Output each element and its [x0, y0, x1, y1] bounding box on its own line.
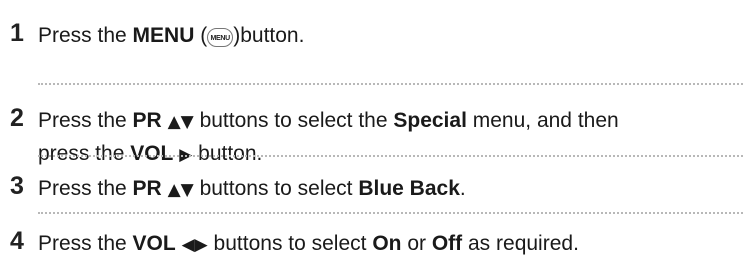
- step-number: 3: [10, 172, 24, 200]
- on-label: On: [372, 232, 402, 255]
- step-number: 4: [10, 227, 24, 255]
- text-run: Press the: [38, 232, 133, 255]
- text-run: buttons to select: [193, 177, 359, 200]
- up-down-arrows-icon: ▲▼: [167, 112, 194, 132]
- text-run: buttons to select the: [193, 109, 394, 132]
- off-label: Off: [431, 232, 463, 255]
- text-run: as required.: [462, 232, 579, 255]
- text-run: menu, and then: [466, 109, 619, 132]
- step-text: Press the PR ▲▼ buttons to select the Sp…: [38, 105, 738, 171]
- text-run: buttons to select: [207, 232, 373, 255]
- text-run: or: [401, 232, 432, 255]
- dotted-divider: [38, 212, 743, 214]
- step-text: Press the VOL ◀▶ buttons to select On or…: [38, 228, 738, 261]
- left-right-arrows-icon: ◀▶: [181, 235, 208, 255]
- pr-label: PR: [132, 109, 162, 132]
- step-number: 2: [10, 104, 24, 132]
- menu-label: MENU: [132, 24, 195, 47]
- text-run: )button.: [233, 24, 305, 47]
- text-run: press the: [38, 142, 131, 165]
- step-text: Press the MENU (MENU)button.: [38, 20, 738, 52]
- vol-label: VOL: [132, 232, 176, 255]
- step-text: Press the PR ▲▼ buttons to select Blue B…: [38, 173, 738, 206]
- text-run: Press the: [38, 24, 133, 47]
- pr-label: PR: [132, 177, 162, 200]
- text-run: (: [194, 24, 208, 47]
- blue-back-label: Blue Back: [358, 177, 460, 200]
- step-number: 1: [10, 19, 24, 47]
- dotted-divider: [38, 155, 743, 157]
- vol-label: VOL: [130, 142, 174, 165]
- text-run: Press the: [38, 109, 133, 132]
- dotted-divider: [38, 83, 743, 85]
- special-label: Special: [393, 109, 467, 132]
- text-run: button.: [192, 142, 263, 165]
- up-down-arrows-icon: ▲▼: [167, 180, 194, 200]
- menu-button-icon: MENU: [207, 28, 234, 47]
- text-run: Press the: [38, 177, 133, 200]
- text-run: .: [459, 177, 466, 200]
